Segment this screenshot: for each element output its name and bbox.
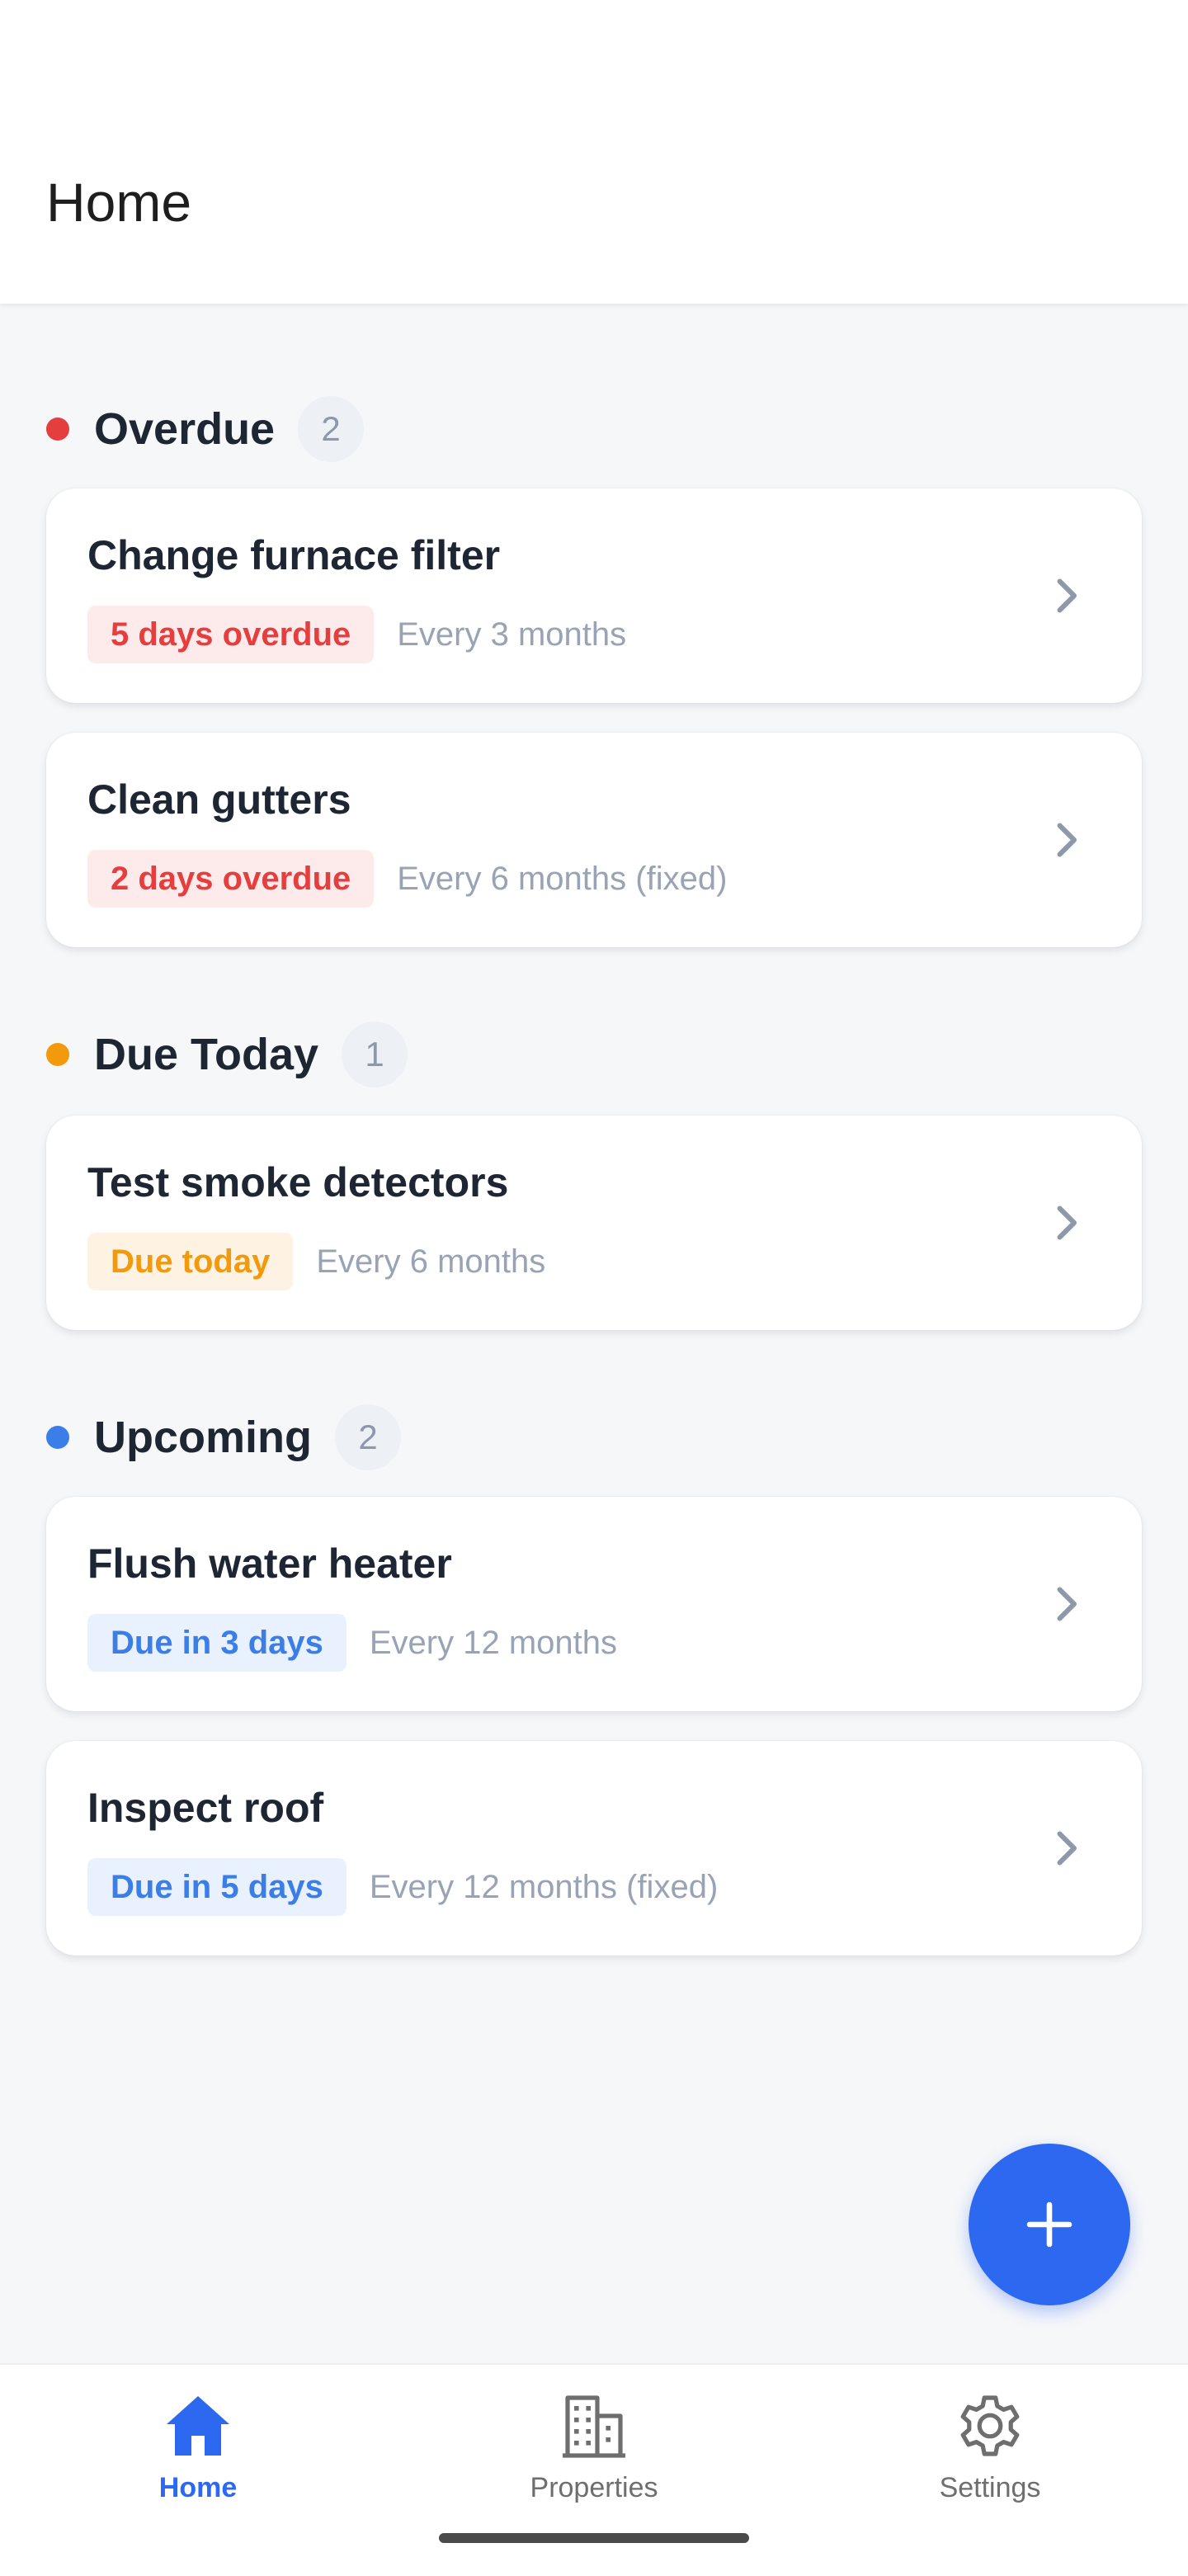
chevron-right-icon — [1057, 1831, 1077, 1866]
task-title: Change furnace filter — [87, 532, 501, 578]
task-frequency: Every 6 months (fixed) — [397, 861, 728, 897]
home-icon — [167, 2396, 229, 2456]
task-meta: 5 days overdue Every 3 months — [87, 606, 626, 663]
task-card-clean-gutters[interactable]: Clean gutters 2 days overdue Every 6 mon… — [46, 733, 1142, 947]
status-badge: Due in 5 days — [87, 1858, 346, 1916]
task-frequency: Every 3 months — [397, 616, 627, 653]
section-title-overdue: Overdue — [94, 404, 276, 454]
task-meta: Due in 5 days Every 12 months (fixed) — [87, 1858, 718, 1916]
chevron-right-icon — [1057, 1587, 1077, 1621]
due-today-count-badge: 1 — [342, 1021, 408, 1087]
section-header-overdue: Overdue 2 — [46, 396, 365, 462]
gear-icon — [960, 2395, 1020, 2456]
overdue-count-badge: 2 — [298, 396, 365, 462]
status-badge: Due today — [87, 1233, 294, 1290]
task-meta: Due today Every 6 months — [87, 1233, 545, 1290]
upcoming-status-dot — [46, 1426, 69, 1449]
add-task-button[interactable] — [969, 2144, 1130, 2305]
status-badge: Due in 3 days — [87, 1614, 346, 1672]
task-frequency: Every 12 months (fixed) — [369, 1869, 719, 1905]
due-today-status-dot — [46, 1043, 69, 1066]
upcoming-count-badge: 2 — [335, 1404, 401, 1470]
section-header-due-today: Due Today 1 — [46, 1021, 408, 1087]
bottom-navigation: Home Properties Settings — [0, 2363, 1188, 2576]
task-title: Clean gutters — [87, 776, 351, 823]
task-title: Flush water heater — [87, 1540, 452, 1587]
overdue-status-dot — [46, 418, 69, 441]
gesture-navigation-bar — [439, 2533, 749, 2543]
task-card-change-furnace-filter[interactable]: Change furnace filter 5 days overdue Eve… — [46, 488, 1142, 703]
task-meta: Due in 3 days Every 12 months — [87, 1614, 617, 1672]
status-badge: 5 days overdue — [87, 606, 375, 663]
task-frequency: Every 6 months — [316, 1243, 546, 1280]
nav-item-properties[interactable]: Properties — [470, 2386, 718, 2518]
chevron-right-icon — [1057, 578, 1077, 613]
task-title: Inspect roof — [87, 1785, 324, 1831]
page-title: Home — [46, 172, 192, 233]
section-header-upcoming: Upcoming 2 — [46, 1404, 401, 1470]
task-meta: 2 days overdue Every 6 months (fixed) — [87, 850, 727, 908]
task-title: Test smoke detectors — [87, 1159, 509, 1205]
nav-item-settings[interactable]: Settings — [866, 2386, 1114, 2518]
chevron-right-icon — [1057, 823, 1077, 857]
building-icon — [563, 2395, 625, 2458]
plus-icon — [1026, 2201, 1072, 2248]
section-title-upcoming: Upcoming — [94, 1413, 312, 1462]
chevron-right-icon — [1057, 1205, 1077, 1240]
task-card-test-smoke-detectors[interactable]: Test smoke detectors Due today Every 6 m… — [46, 1116, 1142, 1330]
section-title-due-today: Due Today — [94, 1030, 319, 1079]
nav-label-properties: Properties — [530, 2472, 658, 2503]
task-card-inspect-roof[interactable]: Inspect roof Due in 5 days Every 12 mont… — [46, 1741, 1142, 1956]
task-frequency: Every 12 months — [369, 1625, 618, 1661]
nav-item-home[interactable]: Home — [74, 2386, 322, 2518]
nav-label-home: Home — [158, 2472, 238, 2503]
status-badge: 2 days overdue — [87, 850, 375, 908]
nav-label-settings: Settings — [939, 2472, 1041, 2503]
app-header: Home — [0, 0, 1188, 304]
task-card-flush-water-heater[interactable]: Flush water heater Due in 3 days Every 1… — [46, 1497, 1142, 1711]
